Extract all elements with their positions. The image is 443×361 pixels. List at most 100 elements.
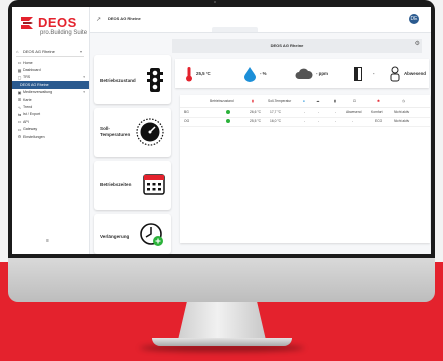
metric-value: - ppm bbox=[316, 71, 328, 76]
card-label: Verlängerung bbox=[100, 234, 130, 239]
window-value: - bbox=[335, 110, 337, 114]
metric-value: Abwesend bbox=[404, 71, 426, 76]
sidebar-item-karte[interactable]: ⊞ Karte bbox=[12, 96, 89, 103]
sidebar: DEOS pro.Building Suite ⌂ DEOS AG Rheine… bbox=[12, 7, 90, 254]
room-temp: 26,6 °C bbox=[250, 110, 262, 114]
co2-value: - bbox=[318, 119, 320, 123]
humidity-value: - bbox=[304, 119, 306, 123]
card-label: Betriebszustand bbox=[100, 78, 136, 83]
thermometer-icon bbox=[186, 66, 192, 81]
zone-name: OG bbox=[184, 119, 190, 123]
traffic-light-icon bbox=[147, 68, 163, 92]
sidebar-item-export[interactable]: ⇆ Ist / Export bbox=[12, 111, 89, 118]
settings-icon: ⚙ bbox=[17, 134, 22, 140]
co2-icon bbox=[295, 68, 313, 79]
thermometer-icon: ▮ bbox=[252, 99, 254, 103]
app-screen: DEOS pro.Building Suite ⌂ DEOS AG Rheine… bbox=[12, 7, 431, 254]
presence-icon bbox=[390, 66, 400, 81]
sidebar-item-dashboard[interactable]: ▦ Dashboard bbox=[12, 66, 89, 73]
card-verlaengerung[interactable]: Verlängerung bbox=[94, 214, 171, 254]
sidebar-item-label: Karte bbox=[23, 97, 32, 102]
page-title: DEOS AG Rheine bbox=[108, 16, 141, 21]
sidebar-item-label: Home bbox=[23, 60, 33, 65]
presence-value: Abwesend bbox=[346, 110, 362, 114]
window-icon: ▮ bbox=[334, 99, 336, 103]
card-soll-temperaturen[interactable]: Soll-Temperaturen bbox=[94, 108, 171, 157]
sidebar-collapse-icon[interactable]: ≡ bbox=[46, 238, 49, 244]
sidebar-item-label: Dashboard bbox=[23, 68, 41, 73]
metric-value: - % bbox=[260, 71, 267, 76]
metric-temperature: 25,5 °C bbox=[185, 59, 211, 88]
clock-extend-icon bbox=[140, 223, 163, 246]
folder-icon: ▢ bbox=[17, 74, 22, 80]
sidebar-item-label: Trend bbox=[23, 105, 33, 110]
sidebar-item-home[interactable]: ▭ Home bbox=[12, 59, 89, 66]
extension-icon: ◷ bbox=[402, 99, 405, 103]
gear-icon[interactable]: ⚙ bbox=[415, 40, 420, 47]
humidity-icon: ● bbox=[303, 99, 305, 103]
co2-icon: ☁ bbox=[316, 99, 320, 103]
site-selector[interactable]: ⌂ DEOS AG Rheine ▾ bbox=[16, 46, 84, 57]
sidebar-item-label: Gateway bbox=[23, 127, 38, 132]
sidebar-item-label: API bbox=[23, 119, 29, 124]
zones-table: Betriebszustand ▮ Soll-Temperatur ● ☁ ▮ … bbox=[180, 95, 430, 243]
monitor-chin bbox=[8, 258, 435, 302]
extension-value: Nicht aktiv bbox=[394, 119, 410, 123]
sidebar-item-label: Ist / Export bbox=[23, 112, 41, 117]
mode-value: ECO bbox=[375, 119, 383, 123]
window-value: - bbox=[335, 119, 337, 123]
setpoint-temp: 16,0 °C bbox=[270, 119, 282, 123]
card-label: Soll-Temperaturen bbox=[100, 126, 131, 137]
metrics-bar: 25,5 °C - % - ppm - Abwesend bbox=[175, 59, 429, 88]
table-row[interactable]: OG 25,5 °C 16,0 °C - - - - ECO Nicht akt… bbox=[180, 117, 430, 127]
api-icon: ▭ bbox=[17, 119, 22, 125]
sidebar-item-einstellungen[interactable]: ⚙ Einstellungen bbox=[12, 133, 89, 140]
sidebar-item-label: Medienverwaltung bbox=[23, 90, 53, 95]
site-selector-value: DEOS AG Rheine bbox=[23, 48, 55, 54]
sidebar-item-medienverwaltung[interactable]: ▣ Medienverwaltung ▾ bbox=[12, 89, 89, 96]
deos-logo: DEOS pro.Building Suite bbox=[20, 13, 88, 39]
avatar[interactable]: DE bbox=[409, 14, 419, 24]
export-icon: ⇆ bbox=[17, 111, 22, 117]
card-betriebszustand[interactable]: Betriebszustand bbox=[94, 55, 171, 104]
dashboard-icon: ▦ bbox=[17, 67, 22, 73]
top-bar: ↗ DEOS AG Rheine DE bbox=[90, 7, 431, 33]
metric-co2: - ppm bbox=[295, 59, 328, 88]
camera-dot bbox=[214, 1, 216, 3]
sidebar-item-label: DEOS AG Rheine bbox=[20, 82, 49, 87]
column-header: Betriebszustand bbox=[210, 99, 234, 103]
thermostat-dial-icon bbox=[136, 118, 164, 146]
sidebar-item-trs[interactable]: ▢ TRS ▾ bbox=[12, 74, 89, 81]
metric-humidity: - % bbox=[243, 59, 267, 88]
sidebar-nav: ▭ Home ▦ Dashboard ▢ TRS ▾ DEOS AG Rheine ▣ M… bbox=[12, 59, 89, 140]
sidebar-item-gateway[interactable]: ▭ Gateway bbox=[12, 126, 89, 133]
media-icon: ▣ bbox=[17, 89, 22, 95]
room-title: DEOS AG Rheine bbox=[270, 43, 304, 48]
sidebar-item-label: TRS bbox=[23, 75, 31, 80]
monitor-stand-neck bbox=[178, 302, 266, 340]
column-header: Soll-Temperatur bbox=[268, 99, 292, 103]
metric-value: 25,5 °C bbox=[196, 71, 211, 76]
monitor-stand-foot bbox=[152, 338, 292, 346]
sidebar-item-deos-ag-rheine[interactable]: DEOS AG Rheine bbox=[12, 81, 89, 89]
metric-presence: Abwesend bbox=[389, 59, 426, 88]
home-icon: ▭ bbox=[17, 60, 22, 66]
sidebar-item-label: Einstellungen bbox=[23, 134, 45, 139]
status-ok-dot bbox=[226, 110, 230, 115]
status-ok-dot bbox=[226, 119, 230, 124]
card-betriebszeiten[interactable]: Betriebszeiten bbox=[94, 161, 171, 210]
sidebar-item-trend[interactable]: ∿ Trend bbox=[12, 103, 89, 110]
presence-icon: ⊡ bbox=[353, 99, 356, 103]
card-label: Betriebszeiten bbox=[100, 182, 132, 187]
deos-logo-mark-icon bbox=[21, 17, 33, 29]
external-link-icon[interactable]: ↗ bbox=[96, 16, 101, 23]
map-icon: ⊞ bbox=[17, 97, 22, 103]
gateway-icon: ▭ bbox=[17, 126, 22, 132]
humidity-icon bbox=[244, 66, 256, 82]
metric-window: - bbox=[353, 59, 374, 88]
top-tab[interactable] bbox=[212, 27, 258, 32]
room-temp: 25,5 °C bbox=[250, 119, 262, 123]
chevron-down-icon: ▾ bbox=[83, 75, 85, 80]
sidebar-item-api[interactable]: ▭ API bbox=[12, 118, 89, 125]
building-icon: ⌂ bbox=[16, 48, 19, 54]
